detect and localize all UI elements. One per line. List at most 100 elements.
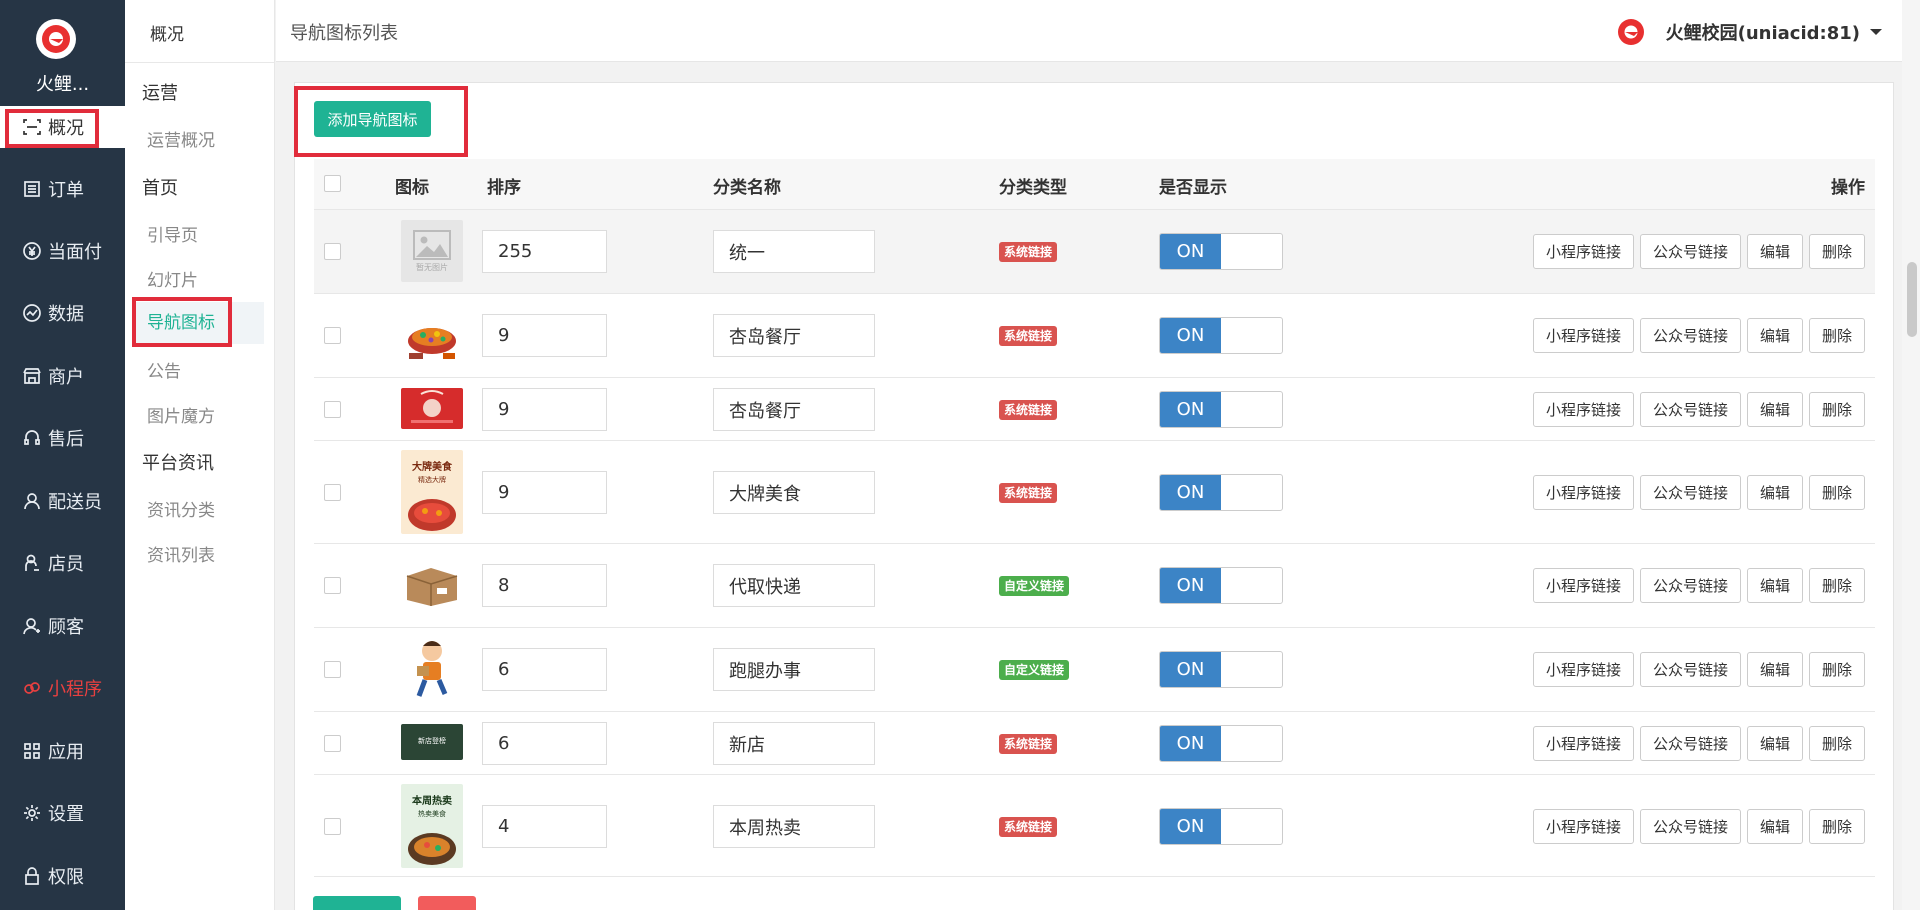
delete-button[interactable]: 删除 (1808, 726, 1865, 761)
edit-button[interactable]: 编辑 (1746, 318, 1803, 353)
nav-item-data[interactable]: 数据 (0, 292, 125, 334)
edit-button[interactable]: 编辑 (1746, 234, 1803, 269)
edit-button[interactable]: 编辑 (1746, 726, 1803, 761)
official-account-link-button[interactable]: 公众号链接 (1639, 392, 1741, 427)
nav-item-staff[interactable]: 店员 (0, 542, 125, 584)
row-actions: 小程序链接 公众号链接 编辑 删除 (1532, 234, 1865, 269)
edit-button[interactable]: 编辑 (1746, 809, 1803, 844)
nav-item-apps[interactable]: 应用 (0, 730, 125, 772)
thumbnail-red-banner (401, 388, 463, 429)
nav-item-miniprogram[interactable]: 小程序 (0, 667, 125, 709)
edit-button[interactable]: 编辑 (1746, 568, 1803, 603)
official-account-link-button[interactable]: 公众号链接 (1639, 568, 1741, 603)
row-checkbox[interactable] (324, 735, 341, 752)
order-input[interactable]: 9 (482, 314, 607, 357)
nav-item-facepay[interactable]: 当面付 (0, 230, 125, 272)
submenu-item-guide[interactable]: 引导页 (147, 221, 198, 246)
order-input[interactable]: 255 (482, 230, 607, 273)
nav-item-settings[interactable]: 设置 (0, 792, 125, 834)
page-scrollbar[interactable] (1902, 0, 1920, 910)
official-account-link-button[interactable]: 公众号链接 (1639, 652, 1741, 687)
edit-button[interactable]: 编辑 (1746, 652, 1803, 687)
show-toggle[interactable]: ON (1159, 651, 1283, 688)
name-input[interactable]: 新店 (713, 722, 875, 765)
miniprogram-link-button[interactable]: 小程序链接 (1532, 475, 1634, 510)
nav-item-label: 配送员 (48, 492, 102, 513)
miniprogram-link-button[interactable]: 小程序链接 (1532, 318, 1634, 353)
submenu-item-slides[interactable]: 幻灯片 (147, 266, 198, 291)
miniprogram-link-button[interactable]: 小程序链接 (1532, 809, 1634, 844)
official-account-link-button[interactable]: 公众号链接 (1639, 809, 1741, 844)
submenu-item-notice[interactable]: 公告 (147, 357, 181, 382)
submenu-item-news-list[interactable]: 资讯列表 (147, 541, 215, 566)
order-input[interactable]: 4 (482, 805, 607, 848)
edit-button[interactable]: 编辑 (1746, 475, 1803, 510)
row-checkbox[interactable] (324, 818, 341, 835)
scrollbar-thumb[interactable] (1907, 262, 1917, 337)
show-toggle[interactable]: ON (1159, 725, 1283, 762)
miniprogram-link-button[interactable]: 小程序链接 (1532, 568, 1634, 603)
nav-item-courier[interactable]: 配送员 (0, 480, 125, 522)
add-nav-icon-button[interactable]: 添加导航图标 (314, 101, 431, 137)
show-toggle[interactable]: ON (1159, 567, 1283, 604)
delete-button[interactable]: 删除 (1808, 234, 1865, 269)
row-checkbox[interactable] (324, 577, 341, 594)
show-toggle[interactable]: ON (1159, 391, 1283, 428)
row-checkbox[interactable] (324, 401, 341, 418)
name-input[interactable]: 跑腿办事 (713, 648, 875, 691)
nav-item-merchant[interactable]: 商户 (0, 355, 125, 397)
delete-button[interactable]: 删除 (1808, 475, 1865, 510)
row-checkbox[interactable] (324, 327, 341, 344)
official-account-link-button[interactable]: 公众号链接 (1639, 475, 1741, 510)
delete-button[interactable]: 删除 (1808, 809, 1865, 844)
submenu-item-image-cube[interactable]: 图片魔方 (147, 402, 215, 427)
batch-action-button[interactable] (313, 896, 401, 910)
name-input[interactable]: 杏岛餐厅 (713, 388, 875, 431)
miniprogram-link-button[interactable]: 小程序链接 (1532, 392, 1634, 427)
show-toggle[interactable]: ON (1159, 317, 1283, 354)
row-checkbox[interactable] (324, 661, 341, 678)
name-input[interactable]: 本周热卖 (713, 805, 875, 848)
nav-item-orders[interactable]: 订单 (0, 168, 125, 210)
show-toggle[interactable]: ON (1159, 474, 1283, 511)
order-input[interactable]: 6 (482, 722, 607, 765)
submenu-item-operation-overview[interactable]: 运营概况 (147, 126, 215, 151)
order-input[interactable]: 9 (482, 471, 607, 514)
name-input[interactable]: 大牌美食 (713, 471, 875, 514)
thumbnail-placeholder: 暂无图片 (401, 220, 463, 282)
delete-button[interactable]: 删除 (1808, 652, 1865, 687)
delete-button[interactable]: 删除 (1808, 392, 1865, 427)
select-all-checkbox[interactable] (324, 175, 341, 192)
nav-item-overview[interactable]: 概况 (0, 106, 125, 148)
miniprogram-link-button[interactable]: 小程序链接 (1532, 726, 1634, 761)
nav-item-aftersale[interactable]: 售后 (0, 417, 125, 459)
submenu-item-nav-icons[interactable]: 导航图标 (133, 302, 264, 344)
show-toggle[interactable]: ON (1159, 233, 1283, 270)
row-checkbox[interactable] (324, 243, 341, 260)
delete-button[interactable]: 删除 (1808, 568, 1865, 603)
official-account-link-button[interactable]: 公众号链接 (1639, 726, 1741, 761)
submenu-item-news-category[interactable]: 资讯分类 (147, 496, 215, 521)
name-input[interactable]: 统一 (713, 230, 875, 273)
lock-icon (25, 867, 39, 885)
nav-item-customer[interactable]: 顾客 (0, 605, 125, 647)
table-row: 暂无图片 255 统一 系统链接 ON 小程序链接 公众号链接 编辑 删除 (314, 209, 1875, 293)
edit-button[interactable]: 编辑 (1746, 392, 1803, 427)
order-input[interactable]: 8 (482, 564, 607, 607)
miniprogram-link-button[interactable]: 小程序链接 (1532, 234, 1634, 269)
type-badge: 系统链接 (999, 483, 1058, 503)
name-input[interactable]: 杏岛餐厅 (713, 314, 875, 357)
batch-delete-button[interactable] (418, 896, 476, 910)
official-account-link-button[interactable]: 公众号链接 (1639, 318, 1741, 353)
row-actions: 小程序链接 公众号链接 编辑 删除 (1532, 318, 1865, 353)
delete-button[interactable]: 删除 (1808, 318, 1865, 353)
row-checkbox[interactable] (324, 484, 341, 501)
nav-item-permission[interactable]: 权限 (0, 855, 125, 897)
show-toggle[interactable]: ON (1159, 808, 1283, 845)
official-account-link-button[interactable]: 公众号链接 (1639, 234, 1741, 269)
miniprogram-link-button[interactable]: 小程序链接 (1532, 652, 1634, 687)
order-input[interactable]: 6 (482, 648, 607, 691)
order-input[interactable]: 9 (482, 388, 607, 431)
user-menu[interactable]: 火鲤校园(uniacid:81) (1616, 17, 1882, 47)
name-input[interactable]: 代取快递 (713, 564, 875, 607)
